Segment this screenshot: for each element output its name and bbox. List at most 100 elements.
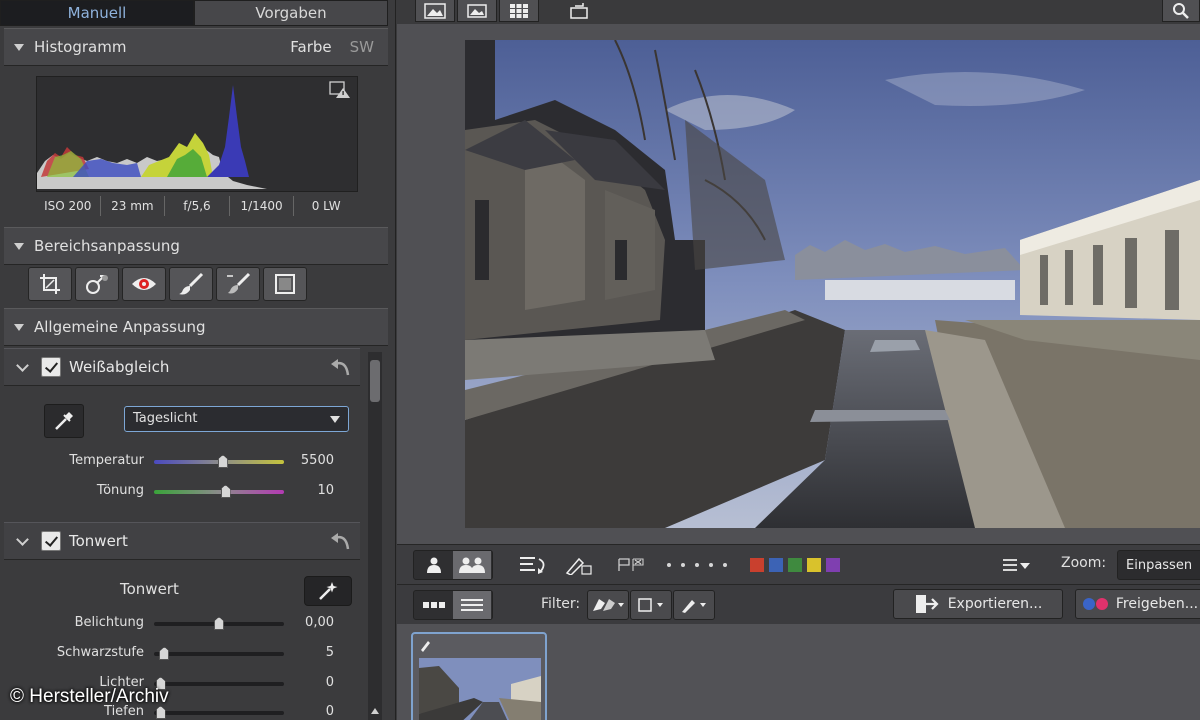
- histogram-title: Histogramm: [34, 38, 127, 56]
- tint-slider-track[interactable]: [154, 485, 284, 498]
- white-balance-preset-select[interactable]: Tageslicht: [124, 406, 349, 432]
- shadows-slider-track[interactable]: [154, 706, 284, 719]
- flag-icons[interactable]: [617, 557, 647, 573]
- general-adjust-title: Allgemeine Anpassung: [34, 318, 206, 336]
- tone-header[interactable]: Tonwert: [4, 522, 360, 560]
- zoom-select[interactable]: Einpassen: [1117, 550, 1200, 580]
- color-filter-dropdown[interactable]: [630, 590, 672, 620]
- blacks-slider-knob[interactable]: [159, 647, 170, 660]
- search-button[interactable]: [1162, 0, 1200, 22]
- flags-filter-icon: [593, 599, 624, 611]
- highlights-value[interactable]: 0: [326, 675, 334, 690]
- red-eye-button[interactable]: [122, 267, 166, 301]
- highlight-warning-icon[interactable]: [329, 81, 351, 99]
- area-adjust-title: Bereichsanpassung: [34, 237, 180, 255]
- app-window: Manuell Vorgaben Histogramm Farbe SW ISO…: [0, 0, 1200, 720]
- histogram-mode-bw[interactable]: SW: [350, 38, 374, 56]
- rating-dot-2[interactable]: [681, 563, 685, 567]
- rating-toolbar: Zoom: Einpassen: [397, 544, 1200, 584]
- chevron-down-icon: [16, 358, 29, 372]
- flag-filter-dropdown[interactable]: [587, 590, 629, 620]
- gradient-brush-button[interactable]: [216, 267, 260, 301]
- edit-filter-dropdown[interactable]: [673, 590, 715, 620]
- auto-tone-button[interactable]: [304, 576, 352, 606]
- white-balance-title: Weißabgleich: [69, 358, 170, 376]
- tint-slider-knob[interactable]: [220, 485, 231, 498]
- tab-presets[interactable]: Vorgaben: [194, 0, 388, 26]
- brush-button[interactable]: [169, 267, 213, 301]
- shadows-value[interactable]: 0: [326, 704, 334, 719]
- color-label-green[interactable]: [788, 558, 802, 572]
- blacks-label: Schwarzstufe: [56, 645, 144, 660]
- frame-tool-button[interactable]: [263, 267, 307, 301]
- chevron-down-icon: [16, 532, 29, 546]
- collapse-triangle-icon: [14, 242, 24, 250]
- crop-tool-button[interactable]: [28, 267, 72, 301]
- rating-dot-1[interactable]: [667, 563, 671, 567]
- color-label-red[interactable]: [750, 558, 764, 572]
- edit-pen-icon[interactable]: [565, 555, 593, 575]
- group-person-button[interactable]: [453, 551, 491, 579]
- tint-value[interactable]: 10: [317, 483, 334, 498]
- share-button[interactable]: Freigeben...: [1075, 589, 1200, 619]
- export-button[interactable]: Exportieren...: [893, 589, 1063, 619]
- exposure-value[interactable]: 0,00: [305, 615, 334, 630]
- scroll-up-arrow-icon[interactable]: [371, 708, 379, 714]
- scrollbar-thumb[interactable]: [370, 360, 380, 402]
- general-adjust-header[interactable]: Allgemeine Anpassung: [4, 308, 388, 346]
- collapse-triangle-icon: [14, 43, 24, 51]
- panel-scrollbar[interactable]: [368, 352, 382, 720]
- white-balance-checkbox[interactable]: [41, 357, 61, 377]
- search-icon: [1173, 2, 1189, 19]
- tone-checkbox[interactable]: [41, 531, 61, 551]
- spot-removal-button[interactable]: [75, 267, 119, 301]
- view-toolbar: [397, 0, 1200, 24]
- view-compare-button[interactable]: [457, 0, 497, 22]
- view-single-button[interactable]: [415, 0, 455, 22]
- exposure-slider-knob[interactable]: [214, 617, 224, 630]
- exif-aperture: f/5,6: [165, 196, 230, 216]
- filter-toolbar: Filter: Exportieren... Freigeben...: [397, 584, 1200, 624]
- white-balance-header[interactable]: Weißabgleich: [4, 348, 360, 386]
- color-label-purple[interactable]: [826, 558, 840, 572]
- histogram-header[interactable]: Histogramm Farbe SW: [4, 28, 388, 66]
- image-viewer: [397, 24, 1200, 544]
- tint-label: Tönung: [96, 483, 144, 498]
- area-adjust-header[interactable]: Bereichsanpassung: [4, 227, 388, 265]
- white-balance-picker-button[interactable]: [44, 404, 84, 438]
- reset-icon[interactable]: [330, 357, 352, 377]
- canal-locks-photo: [465, 40, 1200, 528]
- gradient-brush-icon: [227, 272, 251, 294]
- color-label-blue[interactable]: [769, 558, 783, 572]
- sort-menu-icon[interactable]: [1001, 557, 1031, 573]
- dropdown-arrow-icon: [330, 416, 340, 423]
- rotate-list-icon[interactable]: [519, 555, 549, 575]
- histogram-mode-color[interactable]: Farbe: [290, 38, 331, 56]
- export-icon: [915, 595, 939, 613]
- export-label: Exportieren...: [947, 596, 1043, 612]
- filmstrip-list-button[interactable]: [453, 591, 491, 619]
- filmstrip: [397, 624, 1200, 720]
- filmstrip-thumbnail[interactable]: [411, 632, 547, 720]
- rotate-view-button[interactable]: [559, 0, 599, 22]
- temperature-slider-knob[interactable]: [217, 455, 228, 468]
- temperature-slider-track[interactable]: [154, 455, 284, 468]
- single-person-button[interactable]: [415, 551, 453, 579]
- main-photo[interactable]: [465, 40, 1200, 528]
- rating-dot-3[interactable]: [695, 563, 699, 567]
- blacks-slider-track[interactable]: [154, 647, 284, 660]
- view-grid-button[interactable]: [499, 0, 539, 22]
- thumbnails-icon: [423, 602, 445, 608]
- rating-dot-5[interactable]: [723, 563, 727, 567]
- rating-dot-4[interactable]: [709, 563, 713, 567]
- share-label: Freigeben...: [1115, 596, 1199, 612]
- temperature-value[interactable]: 5500: [301, 453, 334, 468]
- exposure-slider-track[interactable]: [154, 617, 284, 630]
- blacks-value[interactable]: 5: [326, 645, 334, 660]
- tone-title: Tonwert: [69, 532, 128, 550]
- highlights-slider-track[interactable]: [154, 677, 284, 690]
- color-label-yellow[interactable]: [807, 558, 821, 572]
- filmstrip-thumbs-button[interactable]: [415, 591, 453, 619]
- tab-manual[interactable]: Manuell: [0, 0, 194, 26]
- reset-icon[interactable]: [330, 531, 352, 551]
